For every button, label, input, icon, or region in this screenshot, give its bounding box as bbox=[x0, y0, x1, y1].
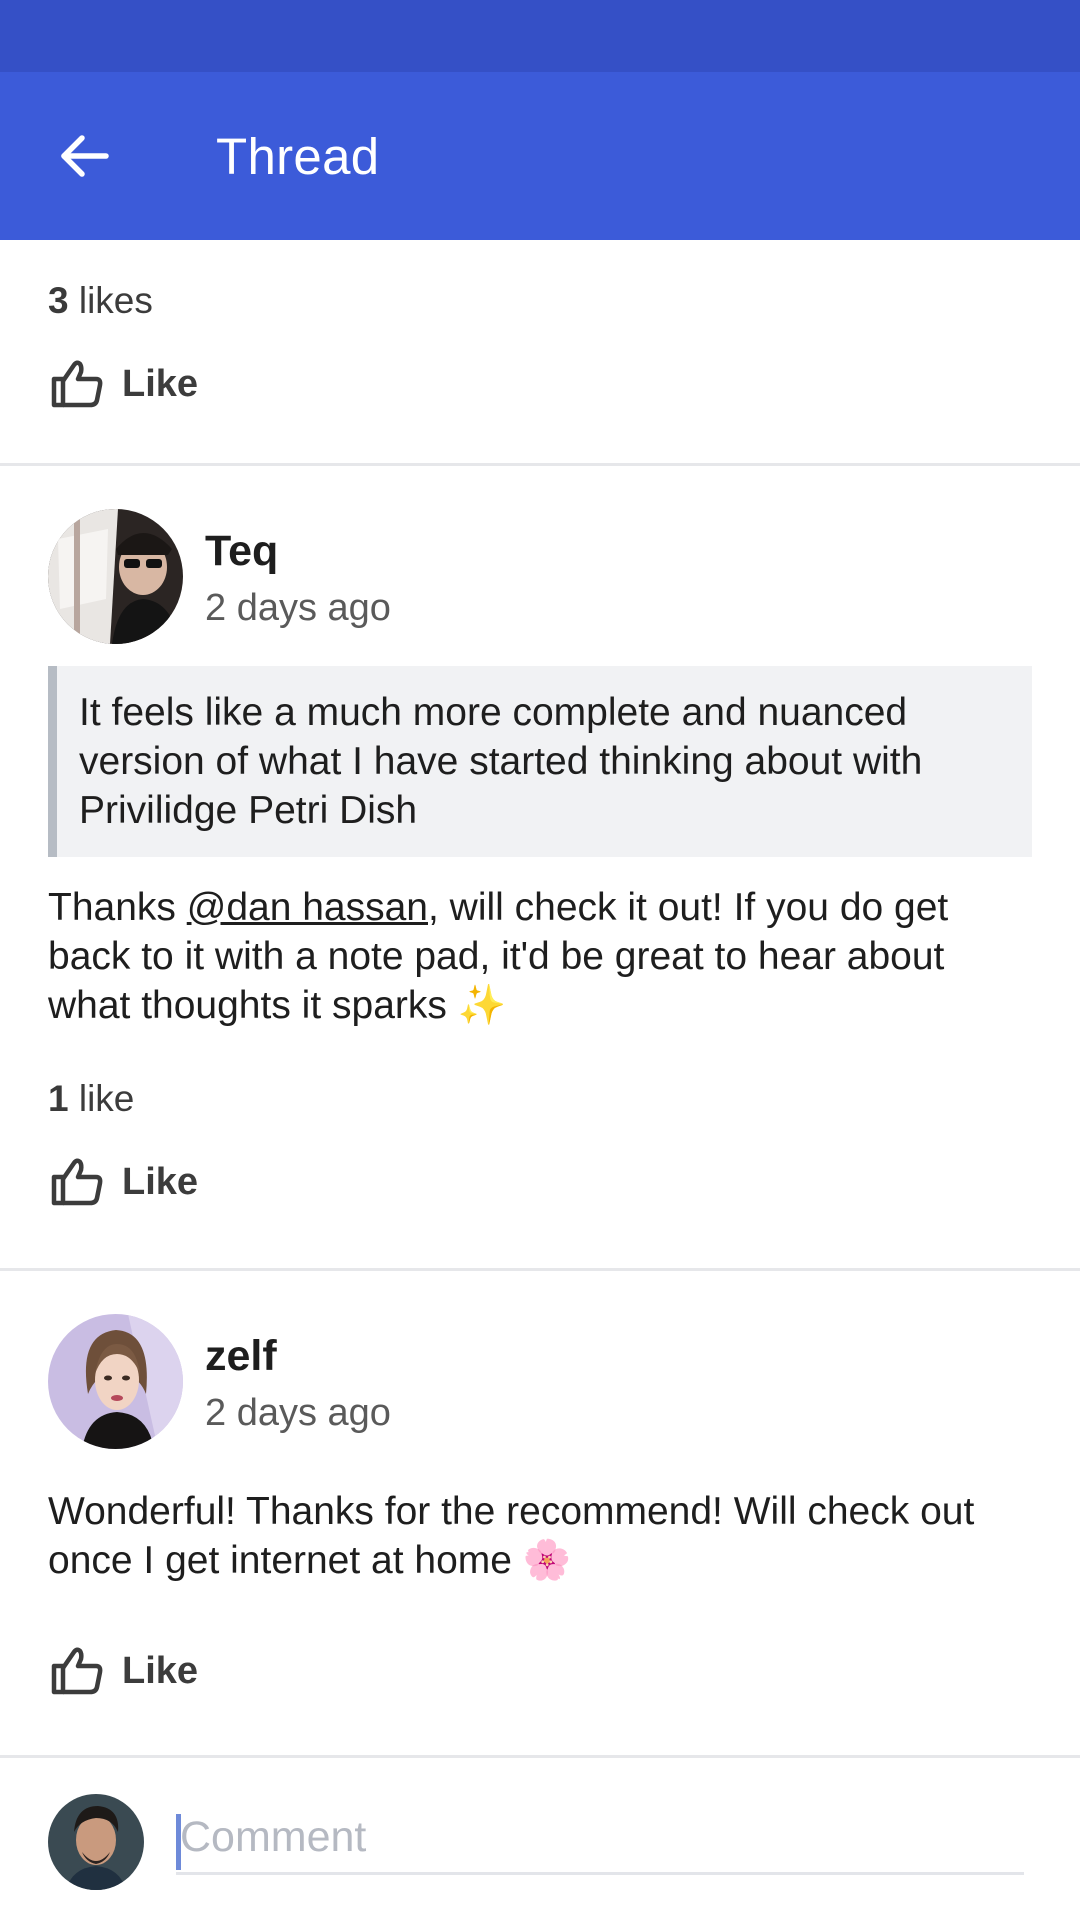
status-bar bbox=[0, 0, 1080, 72]
comment-body-text: Wonderful! Thanks for the recommend! Wil… bbox=[48, 1490, 975, 1582]
like-button[interactable]: Like bbox=[0, 1631, 220, 1711]
avatar[interactable] bbox=[48, 509, 183, 644]
thumbs-up-icon bbox=[51, 1158, 103, 1206]
like-count-word: like bbox=[78, 1078, 135, 1119]
thumbs-up-icon bbox=[51, 360, 103, 408]
like-count-number: 1 bbox=[48, 1078, 69, 1119]
app-bar: Thread bbox=[0, 72, 1080, 240]
avatar-image bbox=[48, 509, 183, 644]
post-footer: 3 likes Like bbox=[0, 240, 1080, 466]
like-button[interactable]: Like bbox=[0, 1142, 220, 1222]
like-button-label: Like bbox=[122, 1649, 199, 1692]
page-title: Thread bbox=[216, 127, 380, 185]
comment-item: zelf 2 days ago Wonderful! Thanks for th… bbox=[0, 1271, 1080, 1758]
comment-body: Thanks @dan hassan, will check it out! I… bbox=[48, 883, 1032, 1030]
comment-item: Teq 2 days ago It feels like a much more… bbox=[0, 466, 1080, 1271]
comment-input[interactable] bbox=[176, 1802, 1024, 1875]
back-button[interactable] bbox=[50, 122, 118, 190]
current-user-avatar[interactable] bbox=[48, 1794, 144, 1890]
like-count-word: likes bbox=[78, 280, 153, 321]
comment-header: zelf 2 days ago bbox=[0, 1271, 1080, 1449]
like-button-label: Like bbox=[122, 362, 199, 405]
avatar-image bbox=[48, 1794, 144, 1890]
text-caret bbox=[176, 1814, 181, 1870]
comment-composer bbox=[0, 1762, 1080, 1920]
like-button[interactable]: Like bbox=[0, 344, 220, 424]
arrow-left-icon bbox=[61, 135, 109, 177]
comment-body: Wonderful! Thanks for the recommend! Wil… bbox=[48, 1487, 1032, 1585]
author-name[interactable]: Teq bbox=[205, 521, 391, 581]
sparkles-emoji: ✨ bbox=[457, 984, 507, 1027]
thumbs-up-icon bbox=[51, 1647, 103, 1695]
like-count-number: 3 bbox=[48, 280, 69, 321]
author-name[interactable]: zelf bbox=[205, 1326, 391, 1386]
avatar-image bbox=[48, 1314, 183, 1449]
comment-header: Teq 2 days ago bbox=[0, 466, 1080, 644]
like-count: 1 like bbox=[0, 1078, 1080, 1120]
timestamp: 2 days ago bbox=[205, 587, 391, 629]
like-button-label: Like bbox=[122, 1160, 199, 1203]
blossom-emoji: 🌸 bbox=[522, 1539, 572, 1582]
comment-body-text: Thanks bbox=[48, 886, 187, 929]
user-mention-link[interactable]: @dan hassan bbox=[187, 886, 428, 929]
like-count: 3 likes bbox=[0, 240, 1080, 322]
quote-block: It feels like a much more complete and n… bbox=[48, 666, 1032, 857]
avatar[interactable] bbox=[48, 1314, 183, 1449]
timestamp: 2 days ago bbox=[205, 1392, 391, 1434]
